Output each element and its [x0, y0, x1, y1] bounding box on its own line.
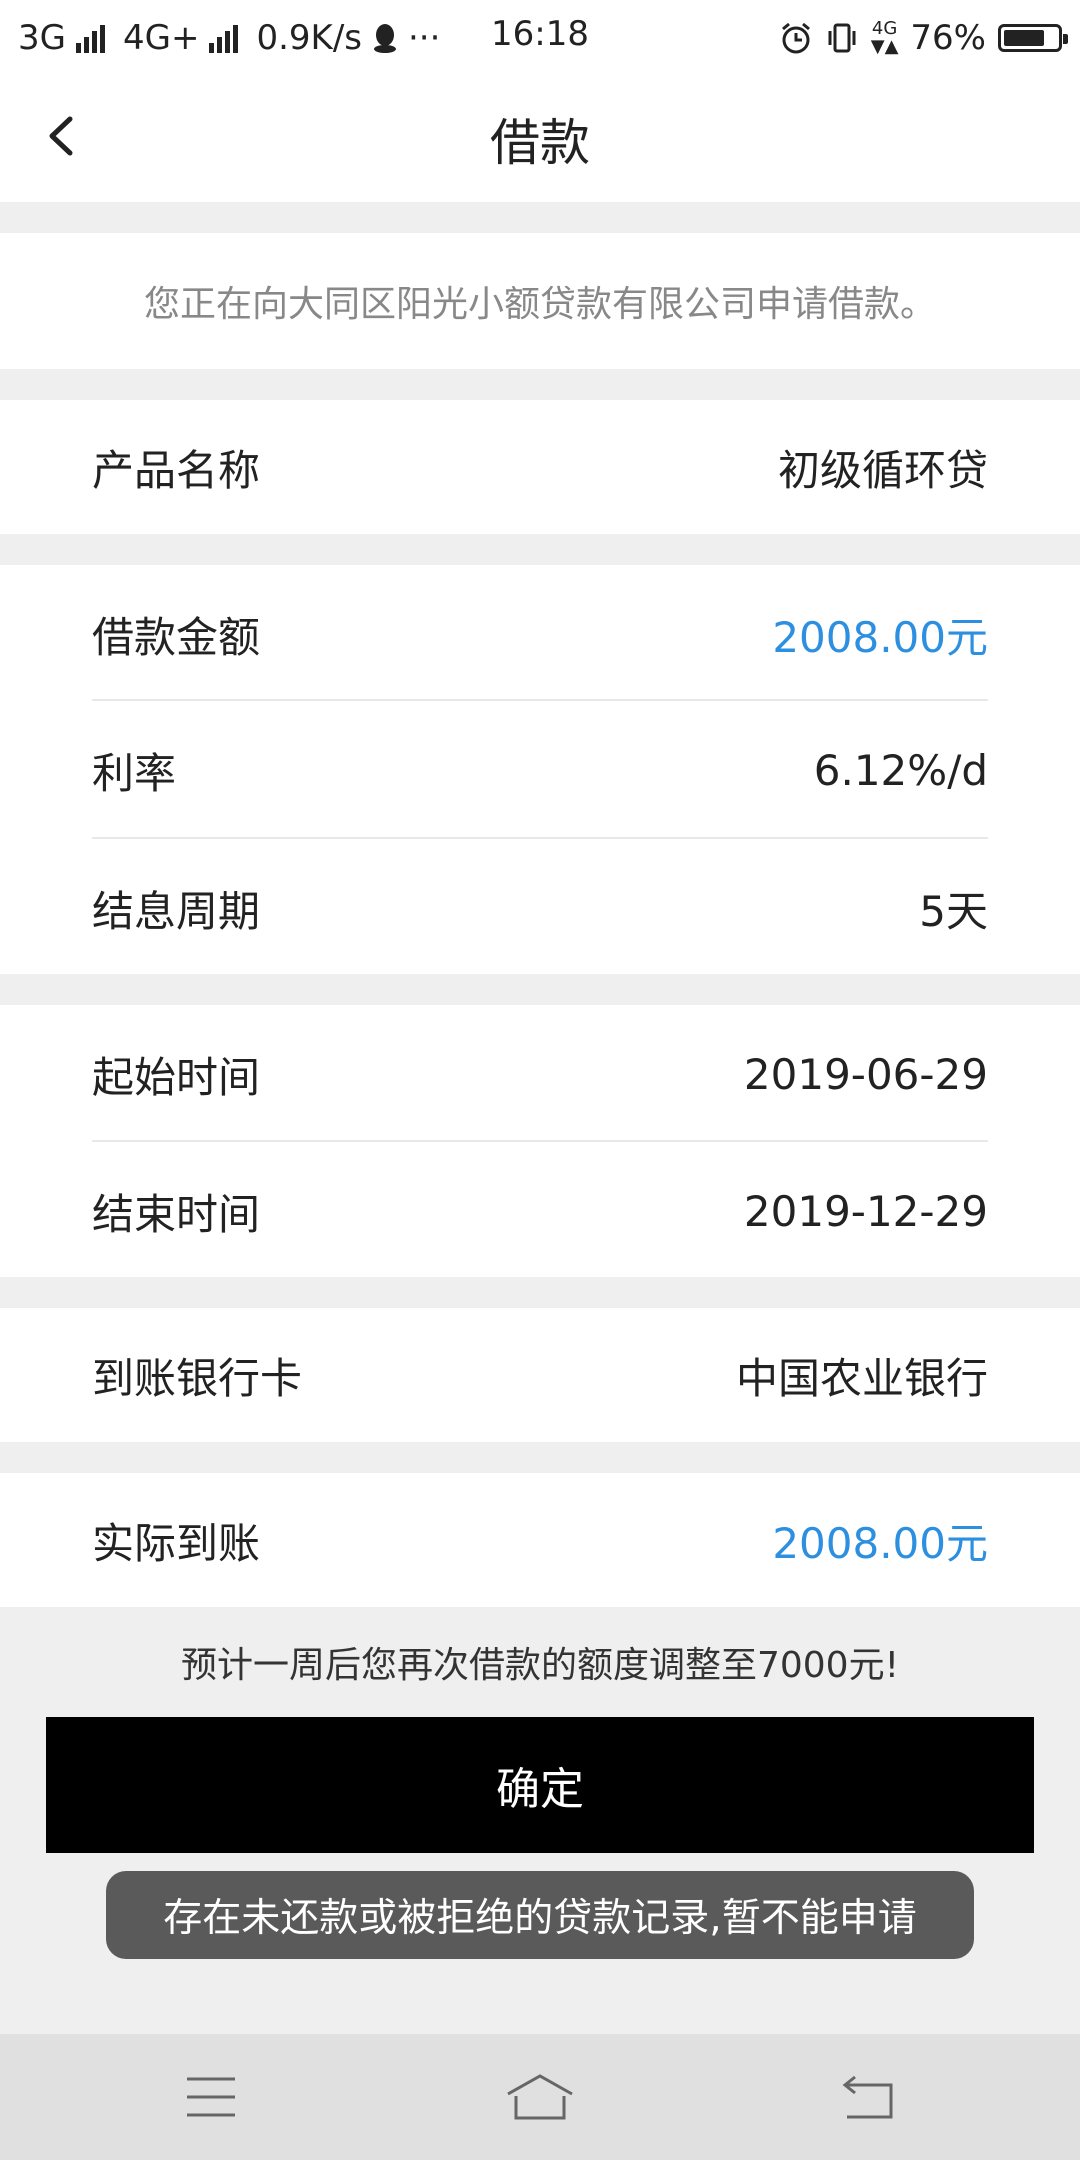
loan-amount-label: 借款金额: [92, 612, 261, 662]
date-section: 起始时间 2019-06-29 结束时间 2019-12-29: [0, 1005, 1080, 1277]
product-name-value: 初级循环贷: [777, 445, 988, 495]
clock: 16:18: [491, 14, 589, 54]
start-time-label: 起始时间: [92, 1052, 261, 1102]
product-section: 产品名称 初级循环贷: [0, 400, 1080, 534]
product-name-row: 产品名称 初级循环贷: [92, 400, 988, 534]
back-button[interactable]: [824, 2064, 914, 2130]
bank-card-value: 中国农业银行: [735, 1353, 988, 1403]
network-3g-label: 3G: [18, 17, 66, 58]
start-time-value: 2019-06-29: [743, 1049, 988, 1099]
credit-limit-hint: 预计一周后您再次借款的额度调整至7000元!: [180, 1645, 900, 1686]
system-nav-bar: [0, 2034, 1080, 2160]
back-arrow-icon[interactable]: [38, 111, 88, 161]
end-time-label: 结束时间: [92, 1189, 261, 1239]
interest-period-value: 5天: [919, 886, 988, 936]
back-nav-icon: [842, 2075, 893, 2119]
alarm-icon: [781, 22, 810, 53]
status-bar: 3G 4G+ 0.9K/s ··· 16:18 4G ▼▲ 76%: [0, 0, 1080, 75]
bank-card-row[interactable]: 到账银行卡 中国农业银行: [92, 1308, 988, 1442]
interest-period-label: 结息周期: [92, 886, 261, 936]
interest-rate-row: 利率 6.12%/d: [92, 701, 988, 839]
actual-received-section: 实际到账 2008.00元: [0, 1473, 1080, 1607]
interest-rate-label: 利率: [92, 748, 177, 798]
home-button[interactable]: [495, 2064, 585, 2130]
battery-percent: 76%: [910, 17, 986, 58]
start-time-row: 起始时间 2019-06-29: [92, 1005, 988, 1143]
more-notifications-icon: ···: [408, 17, 441, 58]
home-icon: [507, 2074, 573, 2120]
network-4g-icon: 4G ▼▲: [870, 17, 899, 57]
loan-amount-row: 借款金额 2008.00元: [92, 565, 988, 703]
signal-icon: [75, 23, 105, 53]
actual-received-row: 实际到账 2008.00元: [92, 1473, 988, 1607]
end-time-value: 2019-12-29: [743, 1186, 988, 1236]
error-toast: 存在未还款或被拒绝的贷款记录,暂不能申请: [106, 1871, 974, 1959]
bank-card-label: 到账银行卡: [92, 1353, 303, 1403]
end-time-row: 结束时间 2019-12-29: [92, 1142, 988, 1280]
network-speed: 0.9K/s: [256, 17, 362, 58]
loan-terms-section: 借款金额 2008.00元 利率 6.12%/d 结息周期 5天: [0, 565, 1080, 974]
menu-icon: [187, 2077, 235, 2117]
page-title: 借款: [490, 113, 590, 172]
product-name-label: 产品名称: [92, 445, 261, 495]
confirm-button[interactable]: 确定: [46, 1717, 1034, 1853]
network-4g-label: 4G+: [122, 17, 200, 58]
qq-icon: [374, 23, 396, 53]
actual-received-value: 2008.00元: [772, 1518, 988, 1568]
actual-received-label: 实际到账: [92, 1518, 261, 1568]
menu-button[interactable]: [166, 2064, 256, 2130]
notice-banner: 您正在向大同区阳光小额贷款有限公司申请借款。: [0, 233, 1080, 369]
notice-text: 您正在向大同区阳光小额贷款有限公司申请借款。: [143, 284, 936, 325]
loan-amount-value: 2008.00元: [772, 612, 988, 662]
vibrate-icon: [828, 23, 856, 52]
interest-rate-value: 6.12%/d: [813, 745, 988, 795]
nav-bar: 借款: [0, 75, 1080, 202]
bank-card-section: 到账银行卡 中国农业银行: [0, 1308, 1080, 1442]
signal-icon-2: [209, 23, 239, 53]
interest-period-row: 结息周期 5天: [92, 839, 988, 977]
battery-icon: [998, 23, 1068, 52]
